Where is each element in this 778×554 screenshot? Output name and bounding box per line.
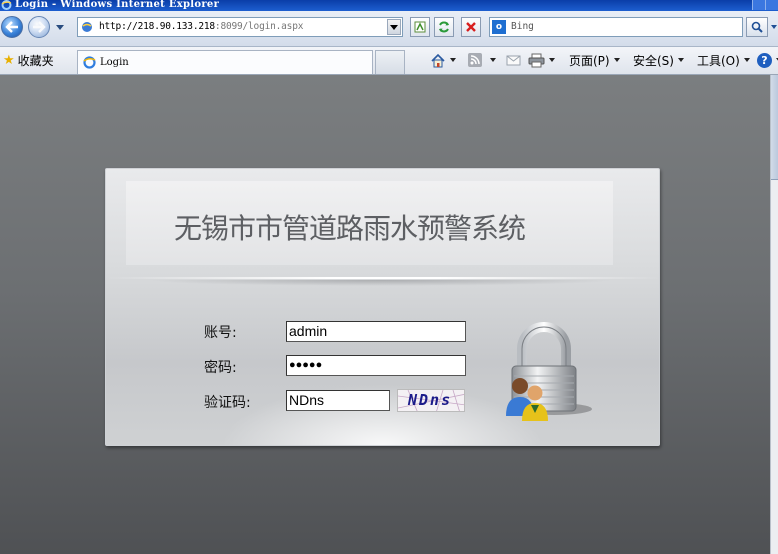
favorites-button[interactable]: ★ 收藏夹	[3, 52, 54, 69]
captcha-label: 验证码:	[204, 395, 251, 411]
refresh-button[interactable]	[434, 17, 454, 37]
tab-label: Login	[100, 57, 129, 68]
maximize-button[interactable]	[765, 0, 778, 10]
home-icon	[431, 53, 445, 67]
mail-icon	[506, 55, 521, 66]
safety-menu[interactable]: 安全(S)	[633, 51, 684, 69]
search-button[interactable]	[746, 17, 768, 37]
password-label: 密码:	[204, 360, 237, 376]
password-input[interactable]: ●●●●●	[286, 355, 466, 376]
back-arrow-icon	[5, 21, 18, 33]
window-title-bar: Login - Windows Internet Explorer	[0, 0, 778, 11]
ie-icon	[1, 0, 12, 10]
help-icon: ?	[757, 52, 772, 68]
url-text: http://218.90.133.218:8099/login.aspx	[99, 21, 304, 32]
print-icon	[528, 53, 545, 67]
vertical-scrollbar[interactable]	[770, 75, 778, 554]
favorites-label: 收藏夹	[17, 54, 54, 68]
page-content: 无锡市市管道路雨水预警系统 账号: admin 密码: ●●●●● 验证码: N…	[0, 75, 778, 554]
rss-icon	[468, 53, 482, 67]
help-button[interactable]: ?	[757, 51, 778, 69]
favorites-bar: ★ 收藏夹 Login 页面(P) 安全(S) 工具(O) ?	[0, 47, 778, 75]
chevron-down-icon	[490, 58, 496, 62]
new-tab-button[interactable]	[375, 50, 405, 74]
tools-menu[interactable]: 工具(O)	[697, 51, 750, 69]
refresh-icon	[439, 21, 449, 33]
recent-pages-dropdown[interactable]	[56, 25, 64, 30]
window-title: Login - Windows Internet Explorer	[15, 0, 220, 10]
chevron-down-icon	[677, 58, 684, 62]
chevron-down-icon	[549, 58, 555, 62]
feeds-button[interactable]	[468, 51, 496, 69]
chevron-down-icon	[390, 24, 398, 30]
chevron-down-icon	[450, 58, 456, 62]
page-icon	[82, 22, 92, 32]
address-input[interactable]: http://218.90.133.218:8099/login.aspx	[77, 17, 403, 37]
search-placeholder: Bing	[511, 21, 534, 32]
forward-button[interactable]	[28, 16, 50, 38]
search-options-dropdown[interactable]	[771, 25, 777, 29]
chevron-down-icon	[771, 25, 777, 29]
divider-shadow	[146, 280, 616, 286]
captcha-text: NDns	[408, 391, 453, 409]
safety-menu-label: 安全(S)	[633, 53, 674, 68]
back-button[interactable]	[1, 16, 23, 38]
compatibility-view-button[interactable]	[410, 17, 430, 37]
account-label: 账号:	[204, 325, 237, 341]
account-input[interactable]: admin	[286, 321, 466, 342]
print-button[interactable]	[528, 51, 555, 69]
search-icon	[751, 21, 763, 33]
forward-arrow-icon	[33, 21, 46, 33]
address-bar-row: http://218.90.133.218:8099/login.aspx o …	[0, 11, 778, 47]
minimize-button[interactable]	[752, 0, 765, 10]
chevron-down-icon	[743, 58, 750, 62]
favorites-star-icon: ★	[3, 53, 15, 68]
chevron-down-icon	[613, 58, 620, 62]
address-dropdown-button[interactable]	[387, 19, 401, 35]
stop-icon	[466, 22, 476, 32]
mail-button[interactable]	[506, 51, 521, 69]
ie-icon	[83, 56, 96, 69]
bing-logo-icon: o	[492, 20, 506, 34]
captcha-input[interactable]: NDns	[286, 390, 390, 411]
system-title: 无锡市市管道路雨水预警系统	[174, 212, 526, 245]
scrollbar-thumb[interactable]	[771, 75, 778, 180]
page-menu[interactable]: 页面(P)	[569, 51, 620, 69]
page-menu-label: 页面(P)	[569, 53, 610, 68]
tab-login[interactable]: Login	[77, 50, 373, 74]
divider	[106, 277, 661, 279]
tools-menu-label: 工具(O)	[697, 53, 740, 68]
compatibility-icon	[414, 21, 426, 33]
search-input[interactable]: o Bing	[489, 17, 743, 37]
stop-button[interactable]	[461, 17, 481, 37]
captcha-image[interactable]: NDns	[397, 389, 465, 412]
lock-users-icon	[506, 322, 592, 421]
login-panel: 无锡市市管道路雨水预警系统 账号: admin 密码: ●●●●● 验证码: N…	[105, 168, 661, 446]
home-button[interactable]	[430, 51, 456, 69]
